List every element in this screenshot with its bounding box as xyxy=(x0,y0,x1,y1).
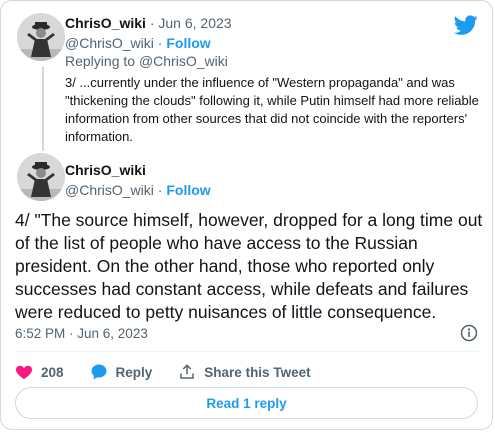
main-handle-row: @ChrisO_wiki · Follow xyxy=(65,181,211,199)
parent-author-row: ChrisO_wiki · Jun 6, 2023 xyxy=(65,14,232,32)
speech-bubble-icon xyxy=(91,364,107,380)
like-button[interactable]: 208 xyxy=(15,363,64,381)
heart-icon xyxy=(16,365,32,380)
share-button[interactable]: Share this Tweet xyxy=(178,363,311,381)
avatar[interactable] xyxy=(17,13,65,61)
main-author-row: ChrisO_wiki xyxy=(65,161,146,179)
tweet-embed-card: ChrisO_wiki · Jun 6, 2023 @ChrisO_wiki ·… xyxy=(0,0,493,430)
follow-button[interactable]: Follow xyxy=(166,35,210,51)
follow-button[interactable]: Follow xyxy=(166,182,210,198)
like-count: 208 xyxy=(41,364,64,380)
main-tweet-text: 4/ "The source himself, however, dropped… xyxy=(15,210,483,322)
replying-to-label: Replying to xyxy=(65,53,136,69)
tweet-timestamp[interactable]: 6:52 PM · Jun 6, 2023 xyxy=(15,325,148,343)
reply-label: Reply xyxy=(115,364,153,380)
share-label: Share this Tweet xyxy=(204,364,311,380)
handle[interactable]: @ChrisO_wiki xyxy=(65,35,154,51)
read-replies-button[interactable]: Read 1 reply xyxy=(15,387,478,419)
replying-to-handle[interactable]: @ChrisO_wiki xyxy=(139,53,228,69)
parent-handle-row: @ChrisO_wiki · Follow xyxy=(65,34,211,52)
separator-dot: · xyxy=(157,182,163,198)
display-name[interactable]: ChrisO_wiki xyxy=(65,162,146,178)
share-arrow-icon xyxy=(180,364,195,379)
reply-button[interactable]: Reply xyxy=(90,363,153,381)
replying-to: Replying to @ChrisO_wiki xyxy=(65,52,228,70)
display-name[interactable]: ChrisO_wiki xyxy=(65,15,146,31)
handle[interactable]: @ChrisO_wiki xyxy=(65,182,154,198)
thread-connector-line xyxy=(42,67,44,151)
separator-dot: · xyxy=(149,15,155,31)
parent-tweet-text: 3/ ...currently under the influence of "… xyxy=(65,75,479,144)
divider xyxy=(15,351,478,352)
separator-dot: · xyxy=(157,35,163,51)
tweet-date[interactable]: Jun 6, 2023 xyxy=(158,15,231,31)
info-icon[interactable] xyxy=(460,324,478,342)
twitter-bird-icon[interactable] xyxy=(453,13,478,37)
action-bar: 208 Reply Share this Tweet xyxy=(15,361,337,383)
avatar[interactable] xyxy=(17,153,65,201)
